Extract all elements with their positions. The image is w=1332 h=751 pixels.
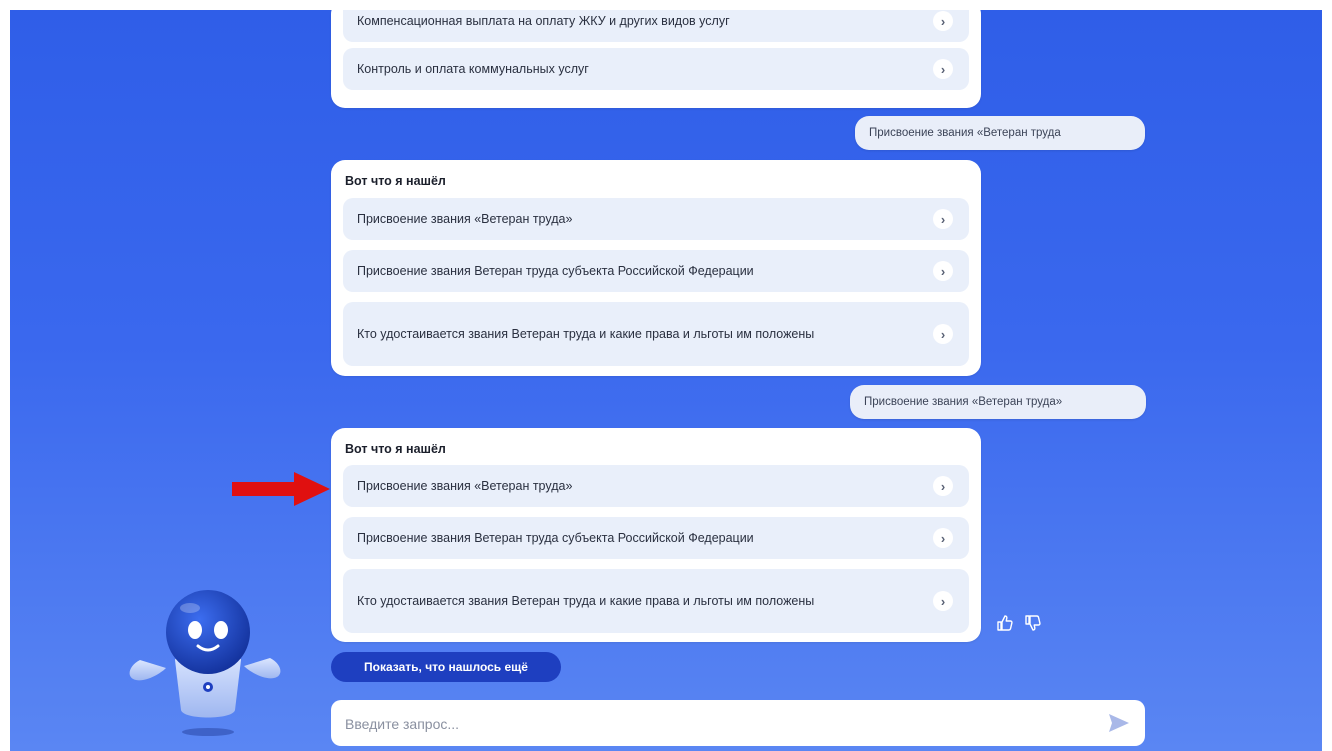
result-item[interactable]: Присвоение звания Ветеран труда субъекта… [343,517,969,559]
user-message-text: Присвоение звания «Ветеран труда» [864,396,1063,408]
chat-window: Компенсационная выплата на оплату ЖКУ и … [10,10,1322,751]
result-item[interactable]: Компенсационная выплата на оплату ЖКУ и … [343,10,969,42]
red-arrow-icon [232,472,330,506]
show-more-label: Показать, что нашлось ещё [364,660,528,674]
feedback-buttons [996,614,1042,632]
chevron-right-icon: › [933,209,953,229]
chevron-right-icon: › [933,591,953,611]
result-item[interactable]: Присвоение звания «Ветеран труда» › [343,198,969,240]
show-more-button[interactable]: Показать, что нашлось ещё [331,652,561,682]
result-card-title: Вот что я нашёл [345,174,446,188]
result-item[interactable]: Присвоение звания Ветеран труда субъекта… [343,250,969,292]
chevron-right-icon: › [933,324,953,344]
result-item[interactable]: Кто удостаивается звания Ветеран труда и… [343,302,969,366]
result-item-label: Контроль и оплата коммунальных услуг [357,61,589,76]
chevron-right-icon: › [933,261,953,281]
chevron-right-icon: › [933,59,953,79]
user-message: Присвоение звания «Ветеран труда [855,116,1145,150]
chevron-right-icon: › [933,476,953,496]
query-input[interactable] [343,708,1087,740]
send-icon[interactable] [1107,712,1131,734]
result-card: Вот что я нашёл Присвоение звания «Ветер… [331,160,981,376]
chevron-right-icon: › [933,11,953,31]
result-item-label: Присвоение звания «Ветеран труда» [357,478,573,493]
result-item-label: Присвоение звания Ветеран труда субъекта… [357,263,754,278]
result-item[interactable]: Контроль и оплата коммунальных услуг › [343,48,969,90]
result-card: Вот что я нашёл Присвоение звания «Ветер… [331,428,981,642]
chevron-right-icon: › [933,528,953,548]
result-item[interactable]: Кто удостаивается звания Ветеран труда и… [343,569,969,633]
user-message: Присвоение звания «Ветеран труда» [850,385,1146,419]
previous-results-card: Компенсационная выплата на оплату ЖКУ и … [331,10,981,108]
result-item-label: Присвоение звания Ветеран труда субъекта… [357,530,754,545]
user-message-text: Присвоение звания «Ветеран труда [869,127,1061,139]
result-item[interactable]: Присвоение звания «Ветеран труда» › [343,465,969,507]
robot-assistant-icon [129,590,281,736]
result-item-label: Присвоение звания «Ветеран труда» [357,211,573,226]
result-card-title: Вот что я нашёл [345,442,446,456]
result-item-label: Компенсационная выплата на оплату ЖКУ и … [357,13,730,28]
result-item-label: Кто удостаивается звания Ветеран труда и… [357,326,815,341]
thumbs-down-icon[interactable] [1024,614,1042,632]
query-input-bar [331,700,1145,746]
thumbs-up-icon[interactable] [996,614,1014,632]
result-item-label: Кто удостаивается звания Ветеран труда и… [357,593,815,608]
